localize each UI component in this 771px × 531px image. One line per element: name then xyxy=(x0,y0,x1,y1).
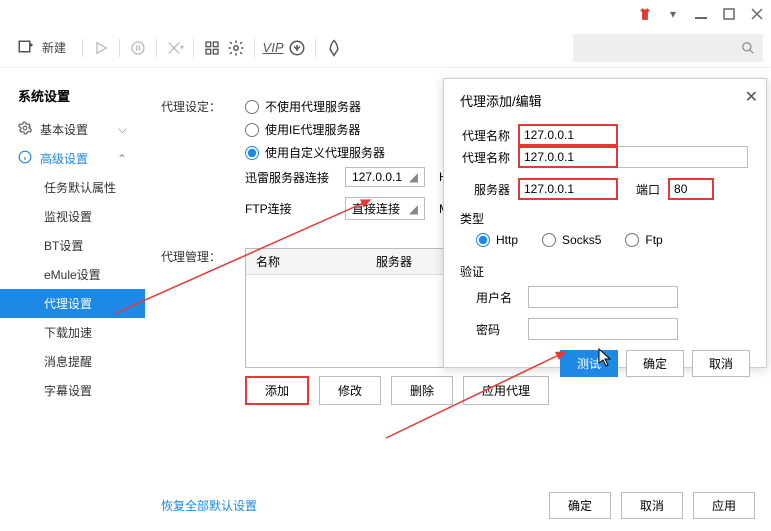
separator xyxy=(156,39,157,57)
ftp-conn-label: FTP连接 xyxy=(245,200,345,217)
thunder-conn-select[interactable]: 127.0.0.1◢ xyxy=(345,167,425,187)
proxy-edit-dialog: 代理添加/编辑 ✕ 代理名称 代理名称 127.0.0.1 服务器 端口 类型 … xyxy=(443,78,767,368)
settings-icon[interactable] xyxy=(226,38,246,58)
dialog-cancel-button[interactable]: 取消 xyxy=(692,350,750,377)
sidebar-title: 系统设置 xyxy=(0,86,145,115)
proxy-mgmt-label: 代理管理： xyxy=(161,248,245,265)
qr-icon[interactable] xyxy=(202,38,222,58)
username-input[interactable] xyxy=(528,286,678,308)
restore-defaults-link[interactable]: 恢复全部默认设置 xyxy=(161,497,257,514)
minimize-icon[interactable] xyxy=(693,6,709,22)
proxy-name-field[interactable]: 127.0.0.1 xyxy=(518,146,618,168)
add-button[interactable]: 添加 xyxy=(245,376,309,405)
sidebar-item-advanced[interactable]: 高级设置 ⌃ xyxy=(0,144,145,173)
chevron-down-icon: ◢ xyxy=(409,170,418,184)
search-input[interactable] xyxy=(573,34,763,62)
separator xyxy=(254,39,255,57)
pause-icon[interactable] xyxy=(128,38,148,58)
cancel-button[interactable]: 取消 xyxy=(621,492,683,519)
radio-socks5[interactable]: Socks5 xyxy=(542,233,601,247)
port-input[interactable] xyxy=(668,178,714,200)
delete-icon[interactable]: ▾ xyxy=(165,38,185,58)
auth-label: 验证 xyxy=(460,263,750,280)
new-icon xyxy=(16,38,36,58)
proxy-name-input[interactable] xyxy=(518,124,618,146)
radio-ftp[interactable]: Ftp xyxy=(625,233,662,247)
maximize-icon[interactable] xyxy=(721,6,737,22)
sidebar-item-label: 基本设置 xyxy=(40,121,88,138)
sidebar-sub-proxy[interactable]: 代理设置 xyxy=(0,289,145,318)
type-label: 类型 xyxy=(460,210,750,227)
dialog-title: 代理添加/编辑 xyxy=(460,91,750,110)
dialog-ok-button[interactable]: 确定 xyxy=(626,350,684,377)
radio-custom-proxy[interactable]: 使用自定义代理服务器 xyxy=(245,144,470,161)
window-titlebar: ▾ xyxy=(0,0,771,28)
ok-button[interactable]: 确定 xyxy=(549,492,611,519)
radio-ie-proxy[interactable]: 使用IE代理服务器 xyxy=(245,121,470,138)
delete-button[interactable]: 删除 xyxy=(391,376,453,405)
play-icon[interactable] xyxy=(91,38,111,58)
proxy-name-label: 代理名称 xyxy=(460,127,510,144)
sidebar: 系统设置 基本设置 ⌵ 高级设置 ⌃ 任务默认属性 监视设置 BT设置 eMul… xyxy=(0,68,145,531)
sidebar-item-label: 高级设置 xyxy=(40,150,88,167)
edit-button[interactable]: 修改 xyxy=(319,376,381,405)
server-input[interactable] xyxy=(518,178,618,200)
password-input[interactable] xyxy=(528,318,678,340)
skin-icon[interactable] xyxy=(637,6,653,22)
sidebar-sub-accel[interactable]: 下载加速 xyxy=(0,318,145,347)
port-label: 端口 xyxy=(636,181,660,198)
app-toolbar: 新建 ▾ VIP xyxy=(0,28,771,68)
separator xyxy=(193,39,194,57)
chevron-down-icon: ◢ xyxy=(409,202,418,216)
close-icon[interactable] xyxy=(749,6,765,22)
sidebar-sub-subtitle[interactable]: 字幕设置 xyxy=(0,376,145,405)
rocket-icon[interactable] xyxy=(324,38,344,58)
sidebar-sub-task[interactable]: 任务默认属性 xyxy=(0,173,145,202)
search-icon xyxy=(741,41,755,55)
apply-proxy-button[interactable]: 应用代理 xyxy=(463,376,549,405)
user-label: 用户名 xyxy=(476,289,520,306)
thunder-conn-label: 迅雷服务器连接 xyxy=(245,169,345,186)
radio-no-proxy[interactable]: 不使用代理服务器 xyxy=(245,98,470,115)
dropdown-icon[interactable]: ▾ xyxy=(665,6,681,22)
info-icon xyxy=(18,150,32,167)
new-button[interactable]: 新建 xyxy=(8,34,74,62)
separator xyxy=(315,39,316,57)
gear-icon xyxy=(18,121,32,138)
sidebar-item-basic[interactable]: 基本设置 ⌵ xyxy=(0,115,145,144)
proxy-setting-label: 代理设定： xyxy=(161,98,245,115)
sidebar-sub-monitor[interactable]: 监视设置 xyxy=(0,202,145,231)
sidebar-sub-bt[interactable]: BT设置 xyxy=(0,231,145,260)
ftp-conn-select[interactable]: 直接连接◢ xyxy=(345,197,425,220)
proxy-name-label2: 代理名称 xyxy=(460,149,510,166)
sidebar-sub-emule[interactable]: eMule设置 xyxy=(0,260,145,289)
apply-button[interactable]: 应用 xyxy=(693,492,755,519)
new-label: 新建 xyxy=(42,39,66,56)
separator xyxy=(119,39,120,57)
chevron-up-icon: ⌃ xyxy=(117,152,127,166)
separator xyxy=(82,39,83,57)
footer: 恢复全部默认设置 确定 取消 应用 xyxy=(161,492,755,519)
test-button[interactable]: 测试 xyxy=(560,350,618,377)
dialog-close-icon[interactable]: ✕ xyxy=(745,87,758,107)
server-label: 服务器 xyxy=(460,181,510,198)
radio-http[interactable]: Http xyxy=(476,233,518,247)
chevron-down-icon: ⌵ xyxy=(118,122,127,137)
vip-icon[interactable]: VIP xyxy=(263,38,283,58)
wallet-icon[interactable] xyxy=(287,38,307,58)
sidebar-sub-msg[interactable]: 消息提醒 xyxy=(0,347,145,376)
pass-label: 密码 xyxy=(476,321,520,338)
